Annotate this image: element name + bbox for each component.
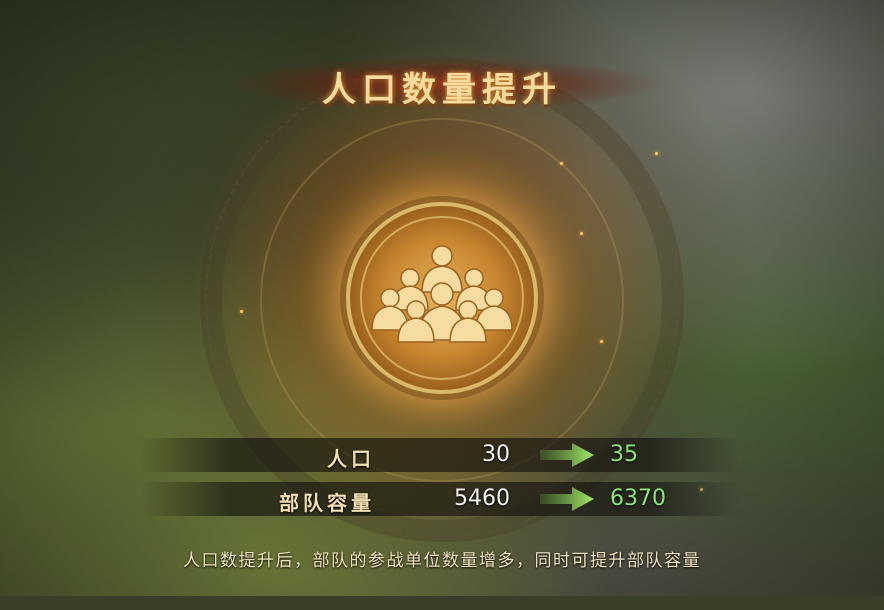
arrow-right-icon [540,487,594,511]
stat-label: 部队容量 [279,491,375,515]
arrow-right-icon [540,443,594,467]
stat-new-value: 6370 [610,486,666,511]
sparkle [600,340,603,343]
population-emblem [346,202,538,394]
sparkle [240,310,243,313]
soldier-group-icon [371,245,513,343]
stat-old-value: 30 [482,442,510,467]
stat-old-value: 5460 [454,486,510,511]
popup-title: 人口数量提升 [322,70,562,110]
sparkle [580,232,583,235]
stat-new-value: 35 [610,442,638,467]
stat-row-troop-capacity: 部队容量 5460 6370 [140,482,740,516]
stat-row-population: 人口 30 35 [140,438,740,472]
description-text: 人口数提升后，部队的参战单位数量增多，同时可提升部队容量 [183,551,701,571]
sparkle [560,162,563,165]
sparkle [655,152,658,155]
stat-label: 人口 [327,447,375,471]
